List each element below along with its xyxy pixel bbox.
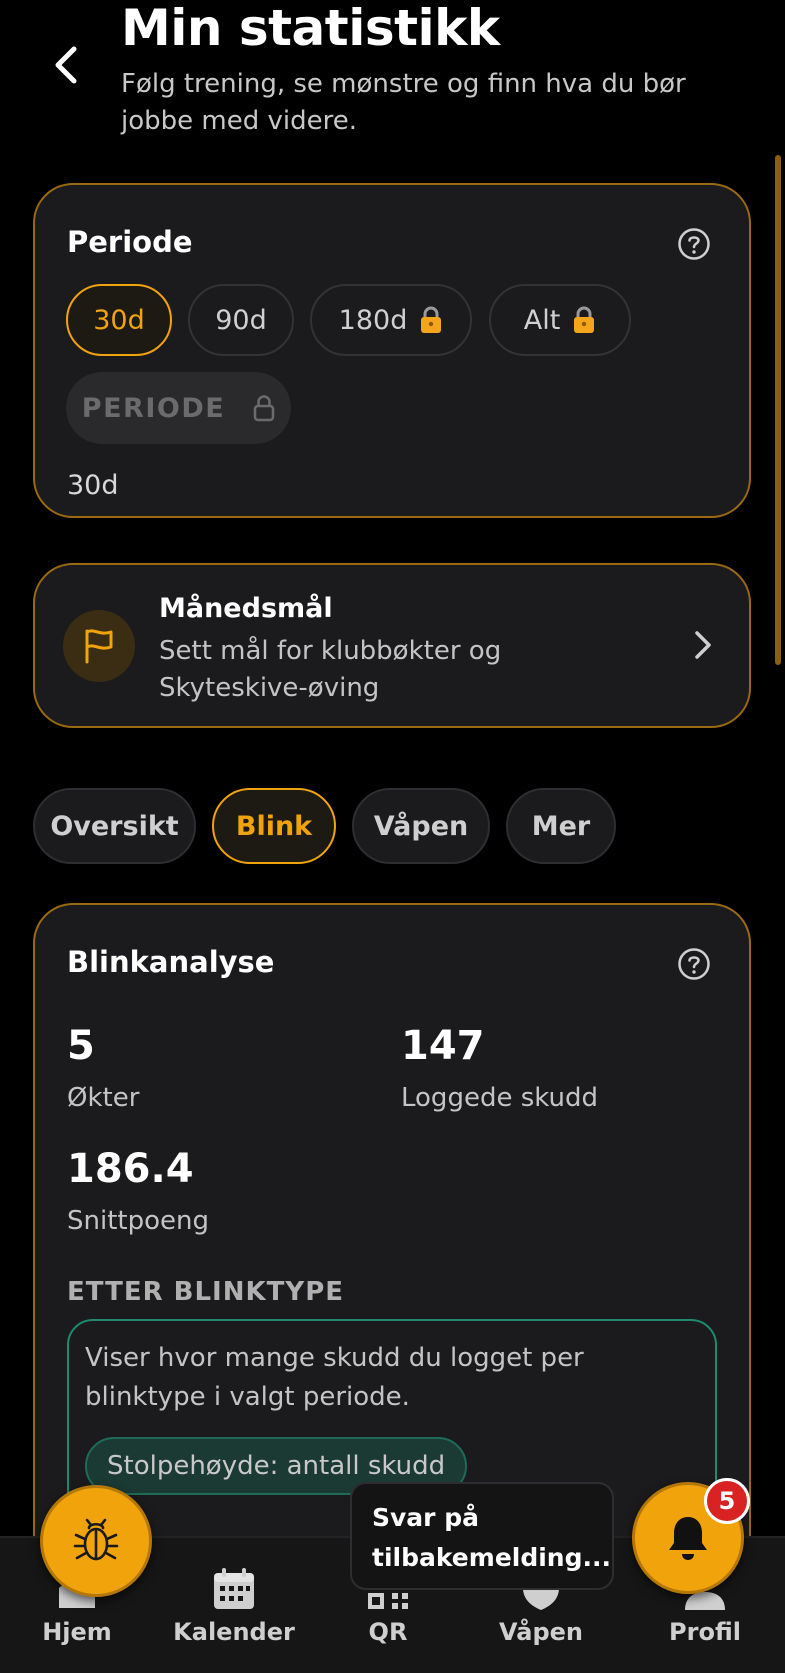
nav-label: Profil [669,1618,741,1646]
scrollbar-thumb[interactable] [775,155,781,665]
chevron-right-icon [695,631,711,659]
custom-period-label: PERIODE [81,392,226,424]
stat-sessions-value: 5 [67,1023,95,1069]
bug-icon [73,1518,119,1561]
metric-chip-label: Stolpehøyde: antall skudd [107,1451,446,1481]
stat-average-label: Snittpoeng [67,1206,209,1236]
back-button[interactable] [46,40,86,90]
tab-label: Blink [235,810,313,842]
tab-label: Oversikt [50,810,179,842]
goal-icon-circle [63,610,135,682]
page-title: Min statistikk [121,0,500,57]
nav-label: Kalender [173,1618,295,1646]
period-card-title: Periode [67,225,193,259]
selected-period-value: 30d [67,470,119,501]
nav-label: Hjem [42,1618,112,1646]
tab-vapen[interactable]: Våpen [352,788,490,864]
period-pill-alt[interactable]: Alt [489,284,631,356]
nav-label: QR [368,1618,408,1646]
stat-sessions-label: Økter [67,1083,140,1113]
screen: Min statistikk Følg trening, se mønstre … [0,0,785,1673]
bug-report-button[interactable] [40,1485,152,1597]
lock-outline-icon [253,394,275,422]
stat-shots-value: 147 [401,1023,485,1069]
feedback-tooltip[interactable]: Svar på tilbakemelding... [350,1482,614,1590]
period-pill-90d[interactable]: 90d [188,284,294,356]
chevron-left-icon [55,46,77,84]
tab-label: Mer [531,810,591,842]
flag-icon [85,629,113,664]
stat-average-value: 186.4 [67,1146,194,1192]
lock-icon [572,306,596,334]
tab-blink[interactable]: Blink [212,788,336,864]
badge-count: 5 [718,1487,736,1515]
period-pill-label: 30d [93,304,145,336]
monthly-goal-card[interactable]: Månedsmål Sett mål for klubbøkter og Sky… [33,563,751,728]
calendar-icon [214,1568,254,1609]
info-text: Viser hvor mange skudd du logget per bli… [85,1343,584,1412]
blink-card-title: Blinkanalyse [67,945,275,979]
goal-title: Månedsmål [159,593,333,624]
section-heading: ETTER BLINKTYPE [67,1277,345,1307]
page-subtitle: Følg trening, se mønstre og finn hva du … [121,69,686,136]
custom-period-pill[interactable]: PERIODE [66,372,291,444]
period-pill-30d[interactable]: 30d [66,284,172,356]
tab-mer[interactable]: Mer [506,788,616,864]
goal-description: Sett mål for klubbøkter og Skyteskive-øv… [159,636,502,703]
stat-shots-label: Loggede skudd [401,1083,598,1113]
help-icon[interactable] [677,947,711,981]
period-pill-label: 180d [338,304,408,336]
nav-item-calendar[interactable]: Kalender [173,1566,295,1646]
tooltip-text: Svar på tilbakemelding... [372,1503,611,1572]
period-pill-label: Alt [523,304,561,336]
bell-icon [669,1517,707,1560]
lock-icon [419,306,443,334]
period-pill-180d[interactable]: 180d [310,284,472,356]
period-card: Periode 30d 90d 180d Alt PERIODE 30d [33,183,751,518]
notification-count-badge: 5 [704,1478,750,1524]
nav-label: Våpen [499,1618,583,1646]
tab-label: Våpen [373,810,469,842]
tab-oversikt[interactable]: Oversikt [33,788,196,864]
period-pill-label: 90d [215,304,267,336]
help-icon[interactable] [677,227,711,261]
